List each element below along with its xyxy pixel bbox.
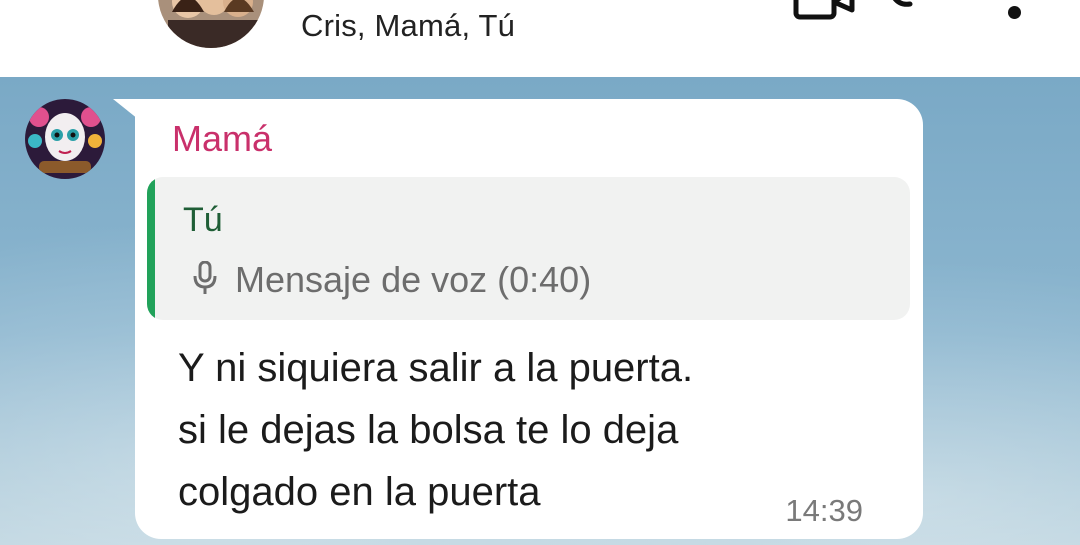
sender-avatar[interactable]: [25, 99, 105, 179]
back-arrow-icon[interactable]: [40, 0, 100, 30]
message-bubble[interactable]: Mamá Tú Mensaje de voz (0:40) Y ni siqui…: [135, 99, 923, 539]
quote-accent-bar: [147, 177, 155, 320]
video-call-icon[interactable]: [790, 0, 860, 22]
quoted-reply[interactable]: Tú Mensaje de voz (0:40): [147, 177, 910, 320]
group-avatar[interactable]: [158, 0, 264, 48]
message-timestamp: 14:39: [785, 493, 863, 528]
message-line: colgado en la puerta: [178, 470, 541, 514]
microphone-icon: [193, 261, 217, 294]
chat-header: Cris, Mamá, Tú: [0, 0, 1080, 77]
message-line: si le dejas la bolsa te lo deja: [178, 408, 679, 452]
chat-area: Mamá Tú Mensaje de voz (0:40) Y ni siqui…: [0, 77, 1080, 545]
phone-call-icon[interactable]: [880, 0, 930, 10]
message-line: Y ni siquiera salir a la puerta.: [178, 346, 694, 390]
group-members[interactable]: Cris, Mamá, Tú: [301, 8, 515, 44]
sender-name[interactable]: Mamá: [172, 118, 272, 160]
quote-author: Tú: [183, 201, 223, 239]
quote-text: Mensaje de voz (0:40): [235, 259, 592, 300]
message-text: Y ni siquiera salir a la puerta. si le d…: [178, 337, 878, 523]
more-options-icon[interactable]: [1008, 6, 1021, 19]
